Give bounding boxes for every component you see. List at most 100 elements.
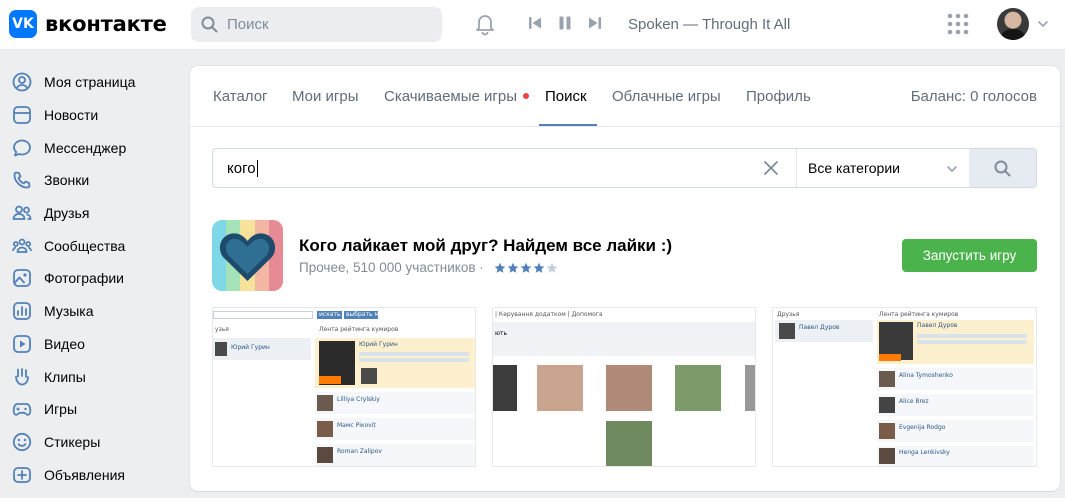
sidebar-item-label: Стикеры (44, 433, 101, 450)
category-selected-value: Все категории (808, 160, 900, 176)
screenshot-text: Юрий Гурин (359, 341, 398, 348)
sidebar-item-label: Объявления (44, 466, 125, 483)
star-icon (546, 262, 558, 273)
previous-track-icon[interactable] (527, 15, 543, 31)
game-category: Прочее, (299, 260, 350, 275)
smile-icon (11, 431, 33, 453)
pause-icon[interactable] (557, 15, 573, 31)
sidebar-item-news[interactable]: Новости (0, 99, 180, 132)
sidebar-item-label: Клипы (44, 368, 86, 385)
screenshot-text: Evgenija Rodgo (899, 424, 946, 431)
sidebar-item-label: Сообщества (44, 237, 126, 254)
screenshot-text: выбрать мною (346, 311, 392, 318)
user-avatar[interactable] (997, 8, 1029, 40)
screenshot-text: Лента рейтинга кумиров (319, 326, 399, 333)
games-search-bar: кого Все категории (212, 148, 1037, 188)
tab-my-games[interactable]: Мои игры (292, 88, 359, 105)
sidebar-item-my-page[interactable]: Моя страница (0, 66, 180, 99)
text-caret (256, 159, 258, 177)
sidebar-item-stickers[interactable]: Стикеры (0, 426, 180, 459)
apps-grid-icon[interactable] (947, 13, 969, 35)
tab-downloadable-games[interactable]: Скачиваемые игры (384, 88, 529, 105)
search-submit-button[interactable] (969, 149, 1036, 187)
screenshot-text: Roman Zalipov (337, 448, 382, 455)
clips-icon (11, 366, 33, 388)
vk-logo-icon: VK (9, 10, 37, 38)
meta-separator: · (479, 260, 484, 275)
heart-icon (219, 233, 276, 281)
sidebar-item-clips[interactable]: Клипы (0, 360, 180, 393)
game-app-icon[interactable] (212, 220, 283, 291)
games-search-input[interactable]: кого (213, 149, 746, 187)
sidebar-item-video[interactable]: Видео (0, 328, 180, 361)
screenshot-text: искать (319, 311, 341, 318)
vk-logo[interactable]: VK вконтакте (9, 10, 167, 38)
notification-dot (523, 93, 529, 100)
sidebar-item-communities[interactable]: Сообщества (0, 229, 180, 262)
game-meta: Прочее, 510 000 участников · (299, 260, 558, 275)
screenshot-text: Henga Lenkivsky (899, 449, 950, 456)
sidebar-item-messenger[interactable]: Мессенджер (0, 131, 180, 164)
top-header: VK вконтакте Поиск Spoken — Through It A… (0, 0, 1065, 50)
sidebar-item-friends[interactable]: Друзья (0, 197, 180, 230)
screenshot-text: Павел Дуров (799, 324, 840, 331)
screenshot-text: Lilliya Crylskiy (337, 396, 380, 403)
sidebar-item-label: Видео (44, 335, 85, 352)
screenshot-1[interactable]: искать выбрать мною узья Лента рейтинга … (212, 307, 476, 467)
tab-cloud-games[interactable]: Облачные игры (612, 88, 721, 105)
screenshot-text: Мамс Рiкоvit (337, 422, 376, 429)
sidebar-item-music[interactable]: Музыка (0, 295, 180, 328)
close-icon (764, 161, 778, 175)
game-title[interactable]: Кого лайкает мой друг? Найдем все лайки … (299, 236, 672, 256)
clear-search-button[interactable] (746, 149, 796, 187)
sidebar-item-ads[interactable]: Объявления (0, 458, 180, 491)
screenshot-3[interactable]: Друзья Лента рейтинга кумиров Павел Дуро… (772, 307, 1037, 467)
sidebar-item-photos[interactable]: Фотографии (0, 262, 180, 295)
game-participants: 510 000 участников (353, 260, 476, 275)
sidebar-item-games[interactable]: Игры (0, 393, 180, 426)
chevron-down-icon[interactable] (1037, 18, 1049, 30)
category-select[interactable]: Все категории (796, 149, 969, 187)
star-icon (494, 262, 506, 273)
active-tab-underline (539, 124, 597, 126)
screenshot-text: Друзья (777, 311, 800, 318)
search-icon (994, 160, 1011, 176)
now-playing-track[interactable]: Spoken — Through It All (628, 16, 790, 33)
screenshot-2[interactable]: | Керування додатком | Допомога ють (492, 307, 756, 467)
search-query-text: кого (227, 159, 256, 177)
game-screenshots: искать выбрать мною узья Лента рейтинга … (212, 307, 1037, 467)
games-tabs: Каталог Мои игры Скачиваемые игры Поиск … (190, 66, 1060, 127)
sidebar-item-calls[interactable]: Звонки (0, 164, 180, 197)
screenshot-text: узья (215, 326, 229, 333)
sidebar-item-label: Новости (44, 107, 99, 124)
screenshot-text: | Керування додатком | Допомога (495, 311, 603, 318)
friends-icon (11, 202, 33, 224)
votes-balance: Баланс: 0 голосов (910, 88, 1037, 105)
message-icon (11, 137, 33, 159)
communities-icon (11, 235, 33, 257)
search-placeholder: Поиск (227, 16, 269, 33)
search-icon (201, 16, 218, 33)
tab-catalog[interactable]: Каталог (213, 88, 268, 105)
star-icon (533, 262, 545, 273)
sidebar-item-label: Друзья (44, 205, 90, 222)
tab-profile[interactable]: Профиль (746, 88, 811, 105)
screenshot-text: Лента рейтинга кумиров (879, 311, 959, 318)
phone-icon (11, 169, 33, 191)
news-icon (11, 104, 33, 126)
screenshot-text: Юрий Гурин (231, 344, 270, 351)
sidebar-item-label: Звонки (44, 172, 90, 189)
gamepad-icon (11, 398, 33, 420)
notifications-bell-icon[interactable] (473, 12, 497, 36)
sidebar-item-label: Моя страница (44, 74, 136, 91)
chevron-down-icon (947, 166, 957, 173)
star-icon (507, 262, 519, 273)
ads-icon (11, 464, 33, 486)
games-card: Каталог Мои игры Скачиваемые игры Поиск … (190, 66, 1060, 491)
next-track-icon[interactable] (587, 15, 603, 31)
music-icon (11, 300, 33, 322)
global-search-input[interactable]: Поиск (191, 7, 442, 42)
audio-player-controls (527, 15, 603, 31)
tab-search[interactable]: Поиск (545, 88, 587, 105)
launch-game-button[interactable]: Запустить игру (902, 239, 1037, 272)
